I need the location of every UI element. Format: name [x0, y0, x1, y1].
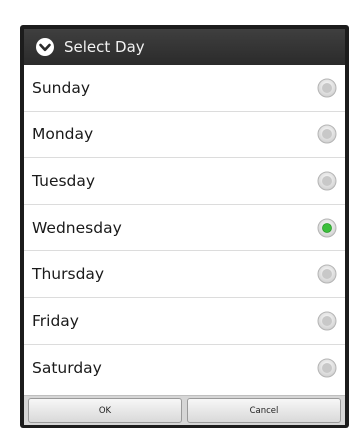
radio-button-icon[interactable] [317, 311, 337, 331]
day-option-label: Tuesday [32, 171, 96, 190]
day-option-wednesday[interactable]: Wednesday [24, 205, 345, 252]
dialog-button-bar: OK Cancel [24, 395, 345, 425]
day-option-label: Monday [32, 125, 94, 144]
cancel-button[interactable]: Cancel [187, 398, 341, 423]
day-options-list: Sunday Monday Tuesday Wednesday Thursday… [24, 65, 345, 395]
day-option-label: Friday [32, 311, 79, 330]
dialog-title: Select Day [64, 38, 145, 56]
day-option-sunday[interactable]: Sunday [24, 65, 345, 112]
day-option-tuesday[interactable]: Tuesday [24, 158, 345, 205]
ok-button[interactable]: OK [28, 398, 182, 423]
day-option-saturday[interactable]: Saturday [24, 345, 345, 392]
radio-button-icon[interactable] [317, 218, 337, 238]
radio-button-icon[interactable] [317, 264, 337, 284]
dialog-titlebar: Select Day [24, 29, 345, 65]
radio-button-icon[interactable] [317, 358, 337, 378]
day-option-monday[interactable]: Monday [24, 112, 345, 159]
radio-button-icon[interactable] [317, 124, 337, 144]
day-option-label: Saturday [32, 358, 102, 377]
day-option-label: Wednesday [32, 218, 122, 237]
select-day-dialog: Select Day Sunday Monday Tuesday Wednesd… [20, 25, 349, 428]
radio-button-icon[interactable] [317, 78, 337, 98]
day-option-friday[interactable]: Friday [24, 298, 345, 345]
day-option-label: Sunday [32, 78, 90, 97]
day-option-label: Thursday [32, 265, 105, 284]
radio-button-icon[interactable] [317, 171, 337, 191]
day-option-thursday[interactable]: Thursday [24, 251, 345, 298]
chevron-down-circle-icon [34, 36, 56, 58]
